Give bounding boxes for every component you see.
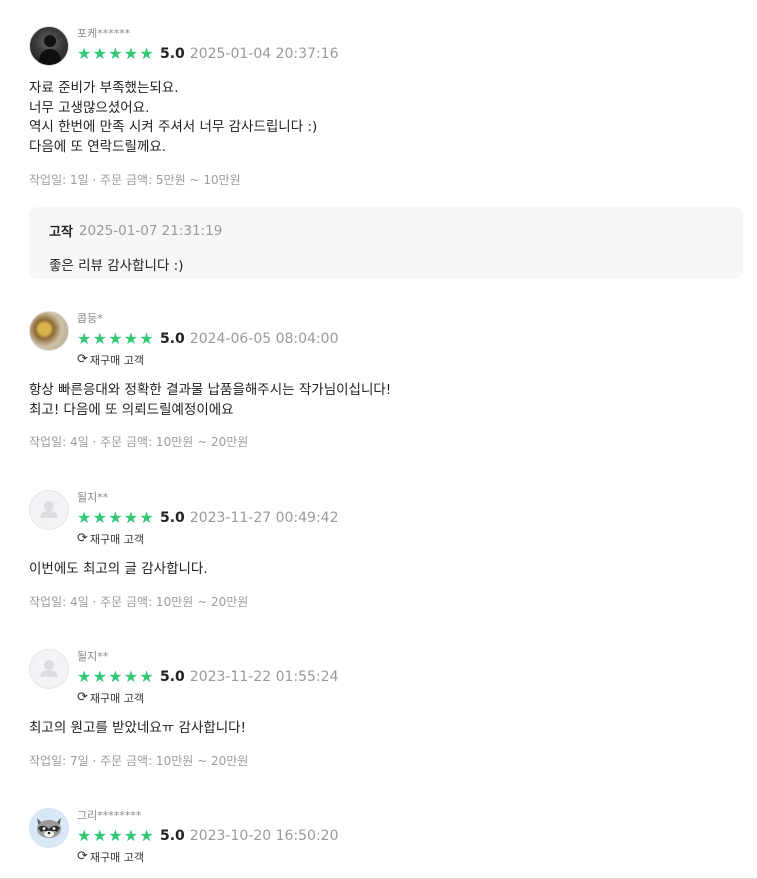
repurchase-badge: ⟳ 재구매 고객: [77, 849, 338, 865]
repurchase-label: 재구매 고객: [89, 354, 145, 367]
star-icon: ★: [139, 666, 154, 686]
repurchase-badge: ⟳ 재구매 고객: [77, 531, 338, 547]
repurchase-badge: ⟳ 재구매 고객: [77, 352, 338, 368]
star-icon: ★: [92, 328, 107, 348]
review-line: 역시 한번에 만족 시켜 주셔서 너무 감사드립니다 :): [29, 119, 318, 136]
review-datetime: 2023-10-20 16:50:20: [189, 827, 339, 844]
raccoon-icon[interactable]: [29, 808, 69, 848]
photo-food-icon[interactable]: [29, 311, 69, 351]
star-rating: ★ ★ ★ ★ ★: [77, 666, 155, 686]
star-icon: ★: [139, 43, 154, 63]
rating-score: 5.0: [159, 509, 185, 526]
rating-score: 5.0: [159, 45, 185, 62]
star-rating: ★ ★ ★ ★ ★: [77, 825, 155, 845]
star-icon: ★: [92, 666, 107, 686]
reply-text: 좋은 리뷰 감사합니다 :): [49, 258, 184, 274]
review-text: 최고의 원고를 받았네요ㅠ 감사합니다!: [29, 719, 743, 739]
review-text: 자료 준비가 부족했는되요. 너무 고생많으셨어요. 역시 한번에 만족 시켜 …: [29, 79, 743, 158]
order-info: 작업일: 7일 · 주문 금액: 10만원 ~ 20만원: [29, 753, 249, 768]
review-line: 다음에 또 연락드릴께요.: [29, 139, 167, 156]
review-line: 자료 준비가 부족했는되요.: [29, 80, 179, 96]
review-line: 최고의 원고를 받았네요ㅠ 감사합니다!: [29, 720, 247, 736]
review-datetime: 2023-11-22 01:55:24: [189, 668, 339, 685]
star-icon: ★: [123, 666, 139, 686]
reviewer-nickname: 콥등*: [77, 312, 103, 325]
review-line: 이번에도 최고의 글 감사합니다.: [29, 561, 208, 577]
star-icon: ★: [108, 43, 123, 63]
review-text: 이번에도 최고의 글 감사합니다.: [29, 560, 743, 580]
rating-score: 5.0: [159, 668, 185, 685]
rating-score: 5.0: [159, 330, 185, 347]
refresh-icon: ⟳: [77, 849, 88, 864]
repurchase-label: 재구매 고객: [89, 692, 145, 705]
review-datetime: 2023-11-27 00:49:42: [189, 509, 339, 526]
review-item: 콥등* ★ ★ ★ ★ ★ 5.0 2024-06-05 08:04:00 ⟳ 재구매 …: [29, 311, 743, 450]
star-icon: ★: [92, 825, 107, 845]
review-line: 너무 고생많으셨어요.: [29, 99, 150, 116]
star-icon: ★: [77, 825, 92, 845]
star-icon: ★: [123, 507, 139, 527]
star-icon: ★: [108, 825, 123, 845]
star-rating: ★ ★ ★ ★ ★: [77, 43, 155, 63]
star-icon: ★: [108, 328, 123, 348]
star-icon: ★: [123, 328, 139, 348]
reviewer-nickname: 될지**: [77, 650, 109, 663]
reply-author: 고작: [49, 225, 73, 240]
photo-person-icon[interactable]: [29, 26, 69, 66]
order-info: 작업일: 1일 · 주문 금액: 5만원 ~ 10만원: [29, 172, 241, 187]
star-icon: ★: [139, 328, 154, 348]
star-icon: ★: [77, 666, 92, 686]
review-item: 될지** ★ ★ ★ ★ ★ 5.0 2023-11-22 01:55:24 ⟳ 재구매…: [29, 649, 743, 769]
default-user-icon[interactable]: [29, 490, 69, 530]
star-icon: ★: [139, 507, 154, 527]
review-line: 항상 빠른응대와 정확한 결과물 납품을해주시는 작가님이십니다!: [29, 382, 392, 398]
reviewer-nickname: 될지**: [77, 491, 109, 504]
star-icon: ★: [77, 507, 92, 527]
review-text: 항상 빠른응대와 정확한 결과물 납품을해주시는 작가님이십니다! 최고! 다음…: [29, 381, 743, 420]
star-icon: ★: [92, 43, 107, 63]
order-info: 작업일: 4일 · 주문 금액: 10만원 ~ 20만원: [29, 594, 249, 609]
review-datetime: 2025-01-04 20:37:16: [189, 45, 339, 62]
refresh-icon: ⟳: [77, 690, 88, 705]
reviewer-nickname: 포케******: [77, 27, 131, 40]
review-item: 될지** ★ ★ ★ ★ ★ 5.0 2023-11-27 00:49:42 ⟳ 재구매…: [29, 490, 743, 610]
star-rating: ★ ★ ★ ★ ★: [77, 507, 155, 527]
star-icon: ★: [123, 43, 139, 63]
star-icon: ★: [123, 825, 139, 845]
refresh-icon: ⟳: [77, 352, 88, 367]
review-item: 포케****** ★ ★ ★ ★ ★ 5.0 2025-01-04 20:37:16 자…: [29, 26, 743, 188]
star-icon: ★: [77, 328, 92, 348]
reply-datetime: 2025-01-07 21:31:19: [78, 222, 223, 239]
repurchase-badge: ⟳ 재구매 고객: [77, 690, 338, 706]
star-icon: ★: [139, 825, 154, 845]
star-icon: ★: [92, 507, 107, 527]
seller-reply: 고작 2025-01-07 21:31:19 좋은 리뷰 감사합니다 :): [29, 207, 743, 279]
review-item: 그리******** ★ ★ ★ ★ ★ 5.0 2023-10-20 16:50:20…: [29, 808, 743, 865]
star-rating: ★ ★ ★ ★ ★: [77, 328, 155, 348]
reviewer-nickname: 그리********: [77, 809, 142, 822]
refresh-icon: ⟳: [77, 531, 88, 546]
rating-score: 5.0: [159, 827, 185, 844]
star-icon: ★: [108, 666, 123, 686]
repurchase-label: 재구매 고객: [89, 851, 145, 864]
star-icon: ★: [108, 507, 123, 527]
repurchase-label: 재구매 고객: [89, 533, 145, 546]
order-info: 작업일: 4일 · 주문 금액: 10만원 ~ 20만원: [29, 435, 249, 450]
review-line: 최고! 다음에 또 의뢰드릴예정이에요: [29, 401, 234, 418]
review-datetime: 2024-06-05 08:04:00: [189, 330, 339, 347]
star-icon: ★: [77, 43, 92, 63]
default-user-icon[interactable]: [29, 649, 69, 689]
